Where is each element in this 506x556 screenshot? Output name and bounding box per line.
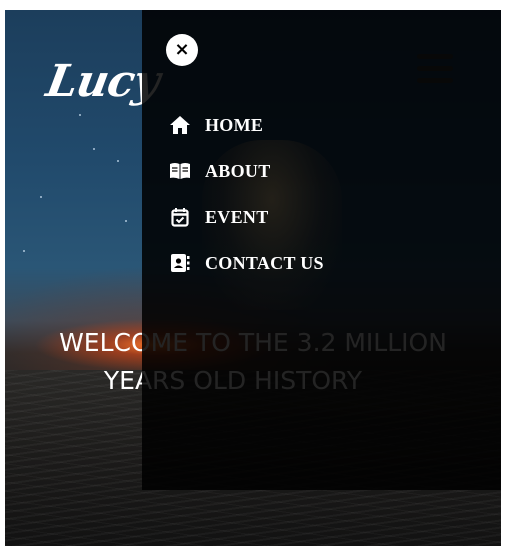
menu-item-event[interactable]: EVENT [168,202,324,232]
address-book-icon [168,251,192,275]
star [79,114,81,116]
menu-item-label: ABOUT [205,160,271,181]
calendar-check-icon [168,205,192,229]
close-icon: × [174,39,190,60]
book-open-icon [168,159,192,183]
home-icon [168,113,192,137]
star [117,160,119,162]
menu-item-contact[interactable]: CONTACT US [168,248,324,278]
star [93,148,95,150]
star [23,250,25,252]
side-menu-nav: HOME ABOUT EVENT CONTACT US [168,110,324,294]
menu-item-label: EVENT [205,206,269,227]
menu-item-home[interactable]: HOME [168,110,324,140]
close-menu-button[interactable]: × [166,34,198,66]
star [40,196,42,198]
menu-item-about[interactable]: ABOUT [168,156,324,186]
menu-item-label: CONTACT US [205,252,324,273]
menu-item-label: HOME [205,114,264,135]
page-frame: Lucy WELCOME TO THE 3.2 MILLION YEARS OL… [5,10,501,546]
side-menu-overlay: × HOME ABOUT EVENT CONTACT US [142,10,501,490]
star [125,220,127,222]
